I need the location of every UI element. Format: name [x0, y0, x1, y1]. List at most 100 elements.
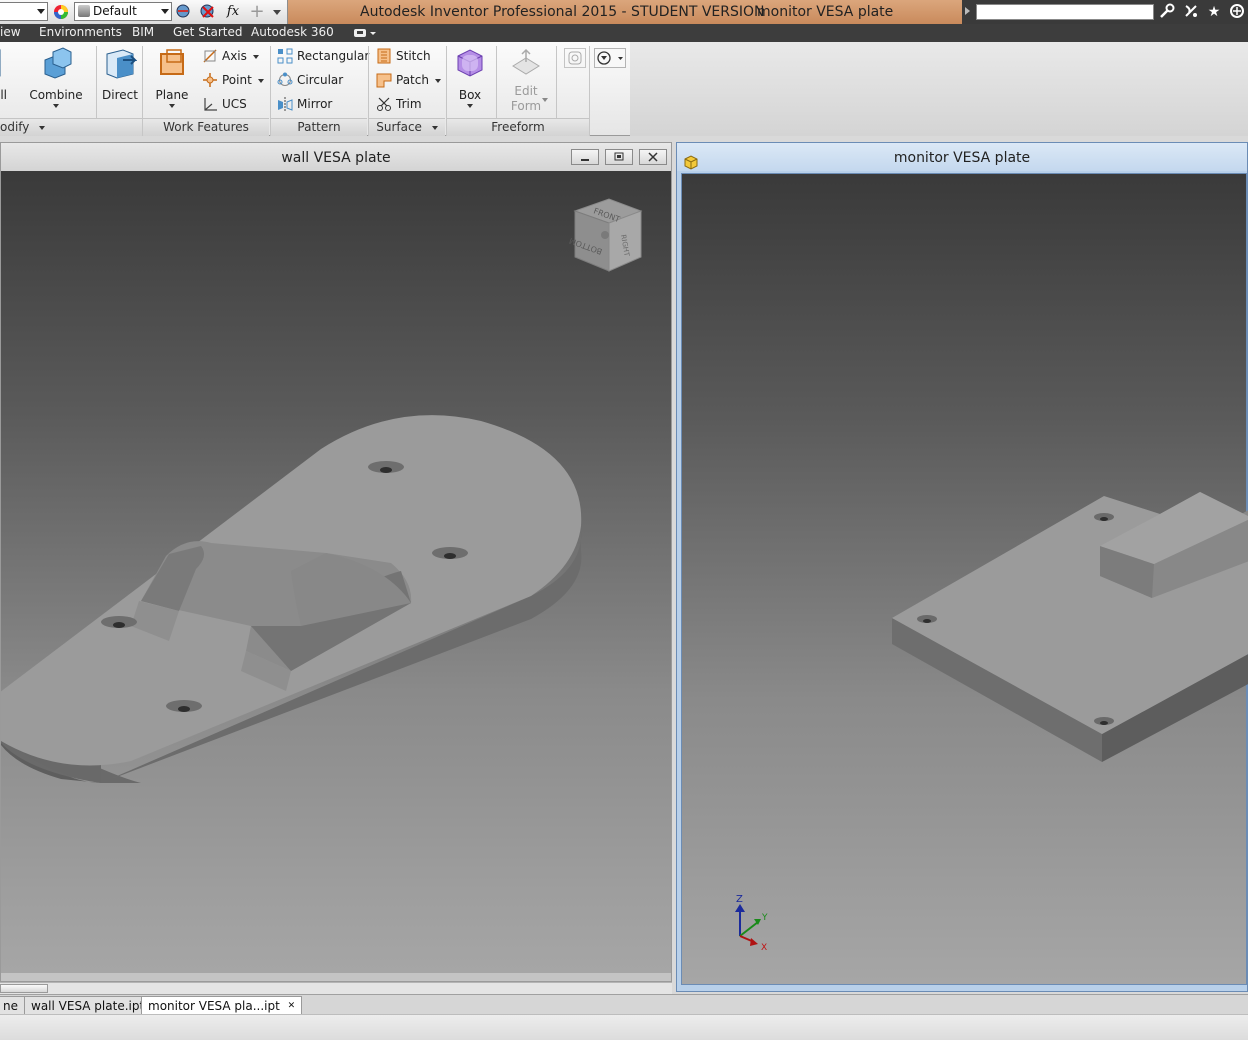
app-title: Autodesk Inventor Professional 2015 - ST…	[360, 4, 765, 20]
part-document-icon[interactable]	[683, 151, 699, 170]
doc-tab-wall-vesa-plate[interactable]: wall VESA plate.ipt	[24, 996, 152, 1015]
direct-edit-icon	[103, 46, 138, 80]
rectangular-pattern-icon	[277, 48, 293, 64]
appearance-value: Default	[93, 4, 137, 18]
doc-tab-monitor-vesa-plate[interactable]: monitor VESA pla...ipt ✕	[141, 996, 303, 1015]
qat-dropdown[interactable]	[0, 2, 48, 21]
minimize-button[interactable]	[571, 149, 599, 165]
appearance-select[interactable]: Default	[74, 2, 172, 21]
tab-autodesk-360[interactable]: Autodesk 360	[251, 25, 334, 39]
communication-center-icon[interactable]	[1182, 3, 1200, 21]
doc-tab-home[interactable]: ne	[0, 996, 25, 1015]
window-title: monitor VESA plate	[893, 150, 1031, 166]
modify-panel-label[interactable]: odify	[0, 118, 142, 136]
work-features-panel-label: Work Features	[143, 118, 269, 136]
search-area: ★	[962, 0, 1248, 24]
plane-dropdown-icon[interactable]	[169, 104, 175, 108]
triad-x-label: X	[761, 943, 767, 952]
restore-button[interactable]	[605, 149, 633, 165]
shell-label: ell	[0, 88, 8, 102]
axis-icon	[202, 48, 218, 64]
pattern-panel-label: Pattern	[271, 118, 367, 136]
edit-form-button[interactable]: Edit Form	[496, 46, 556, 116]
circular-pattern-button[interactable]: Circular	[275, 70, 343, 90]
close-window-button[interactable]	[639, 149, 667, 165]
ucs-button[interactable]: UCS	[200, 94, 247, 114]
title-bar: Default fx + Autodesk Inventor Professio…	[0, 0, 1248, 24]
close-tab-icon[interactable]: ✕	[288, 1001, 296, 1011]
viewcube-icon[interactable]: FRONT RIGHT BOTTOM	[569, 195, 649, 275]
document-title: monitor VESA plate	[757, 4, 894, 20]
point-dropdown-icon[interactable]	[257, 78, 264, 83]
ribbon-display-options-icon[interactable]	[352, 26, 378, 43]
horizontal-scrollbar[interactable]	[0, 982, 672, 994]
tab-bim[interactable]: BIM	[132, 25, 154, 39]
adjust-appearance-icon[interactable]	[175, 3, 193, 21]
panel-expand-icon[interactable]	[431, 125, 438, 130]
help-search-input[interactable]	[976, 4, 1154, 20]
ribbon-empty-area	[630, 42, 1248, 136]
circular-pattern-icon	[277, 72, 293, 88]
document-window-wall-vesa-plate[interactable]: wall VESA plate FRONT RIGHT BOTTOM	[0, 142, 672, 982]
document-tab-bar: ne wall VESA plate.ipt monitor VESA pla.…	[0, 994, 1248, 1015]
shell-button[interactable]: ell	[0, 46, 20, 116]
wrench-icon[interactable]	[1158, 3, 1176, 21]
point-button[interactable]: Point	[200, 70, 264, 90]
title-caption-area: Autodesk Inventor Professional 2015 - ST…	[288, 0, 962, 24]
ribbon: ell Combine Direct odify Plane Axis Poin…	[0, 42, 630, 136]
parameters-fx-icon[interactable]: fx	[224, 3, 242, 21]
doc-tab-label: wall VESA plate.ipt	[31, 999, 145, 1013]
help-icon[interactable]	[1228, 3, 1246, 21]
monitor-plate-model[interactable]	[682, 174, 1248, 986]
point-icon	[202, 72, 218, 88]
graphics-viewport[interactable]: Z Y X	[681, 173, 1248, 986]
combine-button[interactable]: Combine	[26, 46, 86, 116]
plane-icon	[155, 46, 189, 80]
box-button[interactable]: Box	[440, 46, 500, 116]
box-label: Box	[458, 88, 482, 102]
edit-form-label-top: Edit	[514, 84, 538, 98]
triad-y-label: Y	[761, 913, 768, 923]
material-swatch-icon	[78, 5, 90, 17]
scrollbar-thumb[interactable]	[0, 984, 48, 993]
direct-edit-button[interactable]: Direct	[90, 46, 150, 116]
clear-appearance-icon[interactable]	[199, 3, 217, 21]
quick-access-toolbar: Default fx +	[0, 0, 288, 24]
axis-dropdown-icon[interactable]	[252, 54, 259, 59]
tab-get-started[interactable]: Get Started	[173, 25, 243, 39]
trim-button[interactable]: Trim	[374, 94, 422, 114]
combine-icon	[39, 46, 73, 80]
ucs-icon	[202, 96, 218, 112]
plane-label: Plane	[155, 88, 189, 102]
triad-z-label: Z	[736, 894, 743, 905]
surface-panel-label[interactable]: Surface	[369, 118, 445, 136]
graphics-viewport[interactable]: FRONT RIGHT BOTTOM	[1, 171, 671, 973]
tab-environments[interactable]: Environments	[39, 25, 122, 39]
edit-form-dropdown-icon[interactable]	[542, 98, 548, 102]
plane-button[interactable]: Plane	[142, 46, 202, 116]
axis-button[interactable]: Axis	[200, 46, 259, 66]
combine-label: Combine	[29, 88, 83, 102]
favorites-star-icon[interactable]: ★	[1205, 3, 1223, 21]
combine-dropdown-icon[interactable]	[53, 104, 59, 108]
tab-view[interactable]: iew	[0, 25, 21, 39]
wall-plate-model[interactable]	[1, 171, 671, 973]
color-wheel-icon[interactable]	[52, 3, 70, 21]
status-bar	[0, 1014, 1248, 1040]
box-dropdown-icon[interactable]	[467, 104, 473, 108]
window-title-bar[interactable]: monitor VESA plate	[677, 143, 1247, 171]
convert-icon[interactable]	[564, 48, 586, 68]
patch-button[interactable]: Patch	[374, 70, 441, 90]
mirror-button[interactable]: Mirror	[275, 94, 332, 114]
document-window-monitor-vesa-plate[interactable]: monitor VESA plate Z Y X	[676, 142, 1248, 992]
qat-more-icon[interactable]	[270, 3, 284, 21]
move-plus-icon[interactable]: +	[248, 3, 266, 21]
window-title-bar[interactable]: wall VESA plate	[1, 143, 671, 171]
ribbon-separator	[556, 46, 557, 118]
ribbon-overflow-button[interactable]	[594, 48, 626, 68]
mirror-icon	[277, 96, 293, 112]
expand-arrow-icon[interactable]	[965, 7, 970, 15]
panel-expand-icon[interactable]	[39, 125, 46, 130]
rectangular-pattern-button[interactable]: Rectangular	[275, 46, 369, 66]
stitch-button[interactable]: Stitch	[374, 46, 431, 66]
